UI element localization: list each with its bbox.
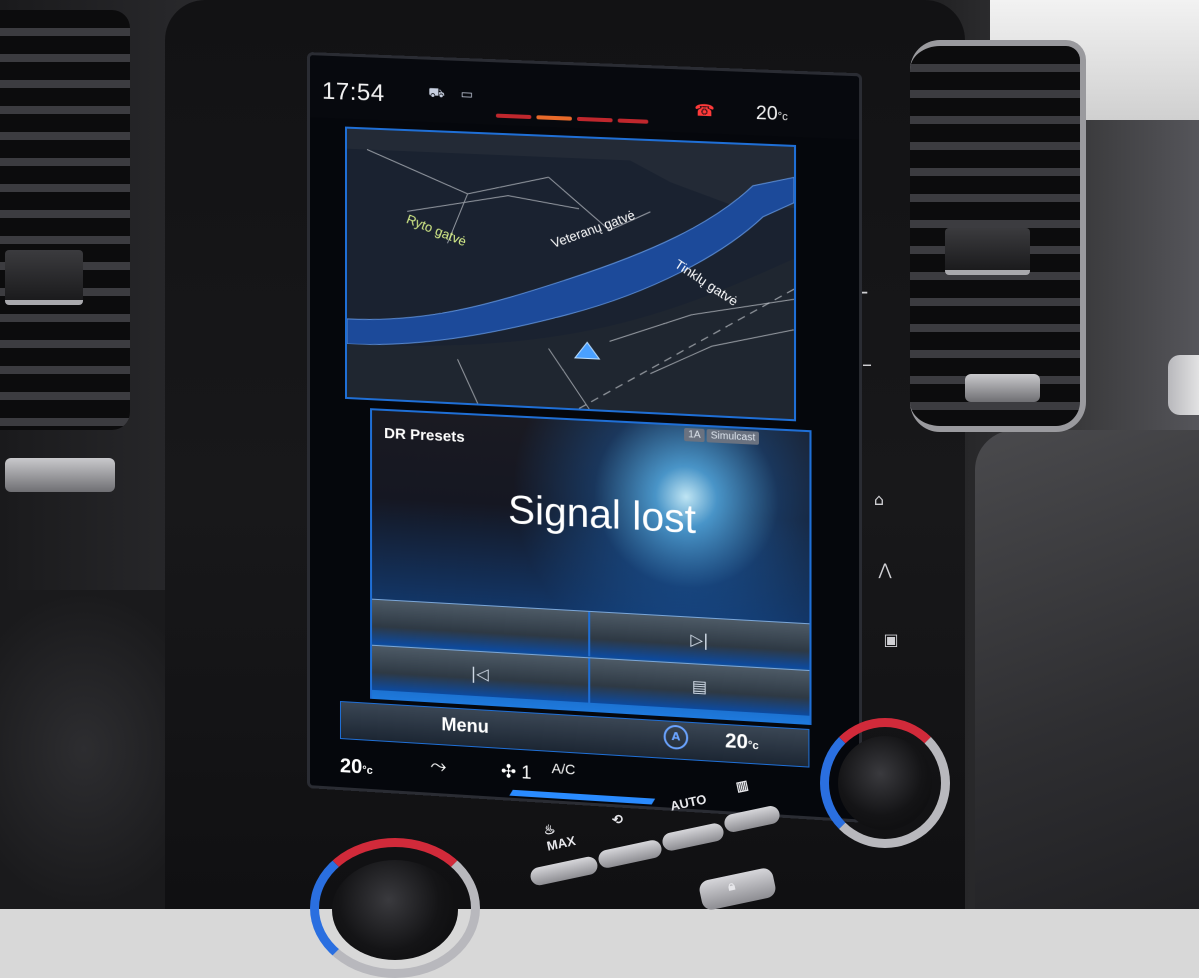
indicator-bar-2	[536, 115, 572, 121]
indicator-bar-1	[495, 113, 532, 120]
dashboard-lower-right	[975, 430, 1199, 909]
indicator-bar-4	[617, 118, 649, 124]
clock: 17:54	[321, 77, 385, 108]
skip-back-icon: |◁	[470, 663, 489, 684]
door-handle	[1168, 355, 1199, 415]
vent-right-slider[interactable]	[945, 228, 1030, 275]
air-vent-left	[0, 10, 130, 430]
vent-left-wheel[interactable]	[5, 458, 115, 492]
vent-right-wheel[interactable]	[965, 374, 1040, 402]
vent-left-slider[interactable]	[5, 250, 83, 305]
passenger-temperature[interactable]: 20°c	[725, 730, 759, 755]
vehicle-status-icon: ▭	[460, 87, 473, 103]
skip-forward-icon: ▷|	[690, 629, 709, 651]
fan-icon: ✣	[500, 760, 517, 782]
radio-source-title: DR Presets	[384, 424, 465, 447]
left-temperature-knob[interactable]	[332, 860, 458, 960]
infotainment-screen: 17:54 ⛟ ▭ ☎ 20°c Ryto gatvė Veteranų gat…	[307, 52, 863, 823]
home-icon[interactable]: ⌂	[864, 490, 894, 509]
radio-panel: 1A Simulcast DR Presets Signal lost ▷| |…	[370, 408, 812, 728]
phone-disconnected-icon: ☎	[694, 100, 715, 121]
driver-temperature[interactable]: 20°c	[340, 755, 373, 780]
map-canvas	[347, 128, 794, 420]
outside-temperature: 20°c	[755, 102, 788, 125]
indicator-bar-3	[576, 116, 613, 123]
simulcast-badge: Simulcast	[706, 429, 760, 445]
signal-status: Signal lost	[508, 487, 696, 542]
menu-button[interactable]: Menu	[441, 714, 488, 738]
right-temperature-knob[interactable]	[838, 736, 932, 830]
ac-button[interactable]: A/C	[552, 760, 576, 778]
auto-climate-icon[interactable]: A	[663, 724, 689, 751]
airflow-direction-icon[interactable]: ⤳	[430, 753, 446, 778]
channel-badge: 1A	[684, 427, 705, 443]
car-sensor-icon: ⛟	[428, 85, 445, 102]
phone-device-icon[interactable]: ▣	[876, 630, 906, 649]
list-icon: ▤	[691, 676, 708, 697]
max-defrost-label: ♨ MAX	[542, 820, 577, 854]
navigation-icon[interactable]: ⋀	[870, 560, 900, 579]
fan-speed[interactable]: ✣ 1	[501, 761, 531, 784]
navigation-map[interactable]: Ryto gatvė Veteranų gatvė Tinklų gatvė	[344, 126, 797, 422]
defrost-icon: ♨	[542, 820, 557, 839]
